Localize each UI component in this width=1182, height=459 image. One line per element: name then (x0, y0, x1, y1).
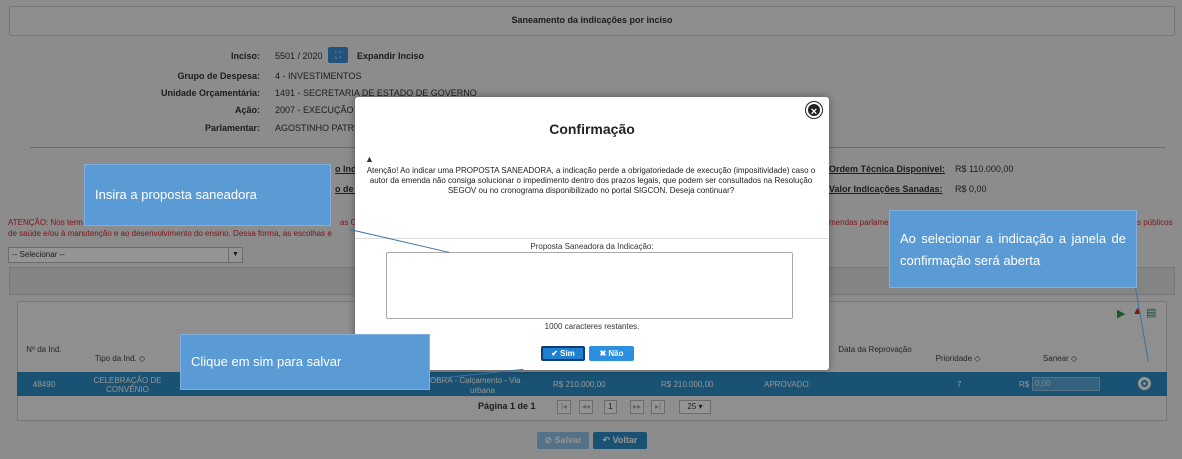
yes-button-label: Sim (560, 349, 575, 358)
confirmation-modal: × Confirmação ▲ Atenção! Ao indicar uma … (355, 97, 829, 370)
no-button-label: Não (608, 349, 624, 358)
modal-title: Confirmação (549, 121, 635, 137)
warning-icon: ▲ (365, 154, 374, 164)
modal-message: Atenção! Ao indicar uma PROPOSTA SANEADO… (366, 166, 816, 195)
character-counter: 1000 caracteres restantes. (544, 322, 640, 331)
no-button[interactable]: ✖ Não (589, 346, 634, 361)
callout-clique: Clique em sim para salvar (180, 334, 430, 390)
callout-ao-selecionar: Ao selecionar a indicação a janela de co… (889, 210, 1137, 288)
yes-button[interactable]: ✔ Sim (541, 346, 585, 361)
modal-divider (355, 238, 829, 239)
proposta-textarea[interactable] (386, 252, 793, 319)
callout-insira: Insira a proposta saneadora (84, 164, 331, 226)
close-icon[interactable]: × (806, 102, 822, 118)
